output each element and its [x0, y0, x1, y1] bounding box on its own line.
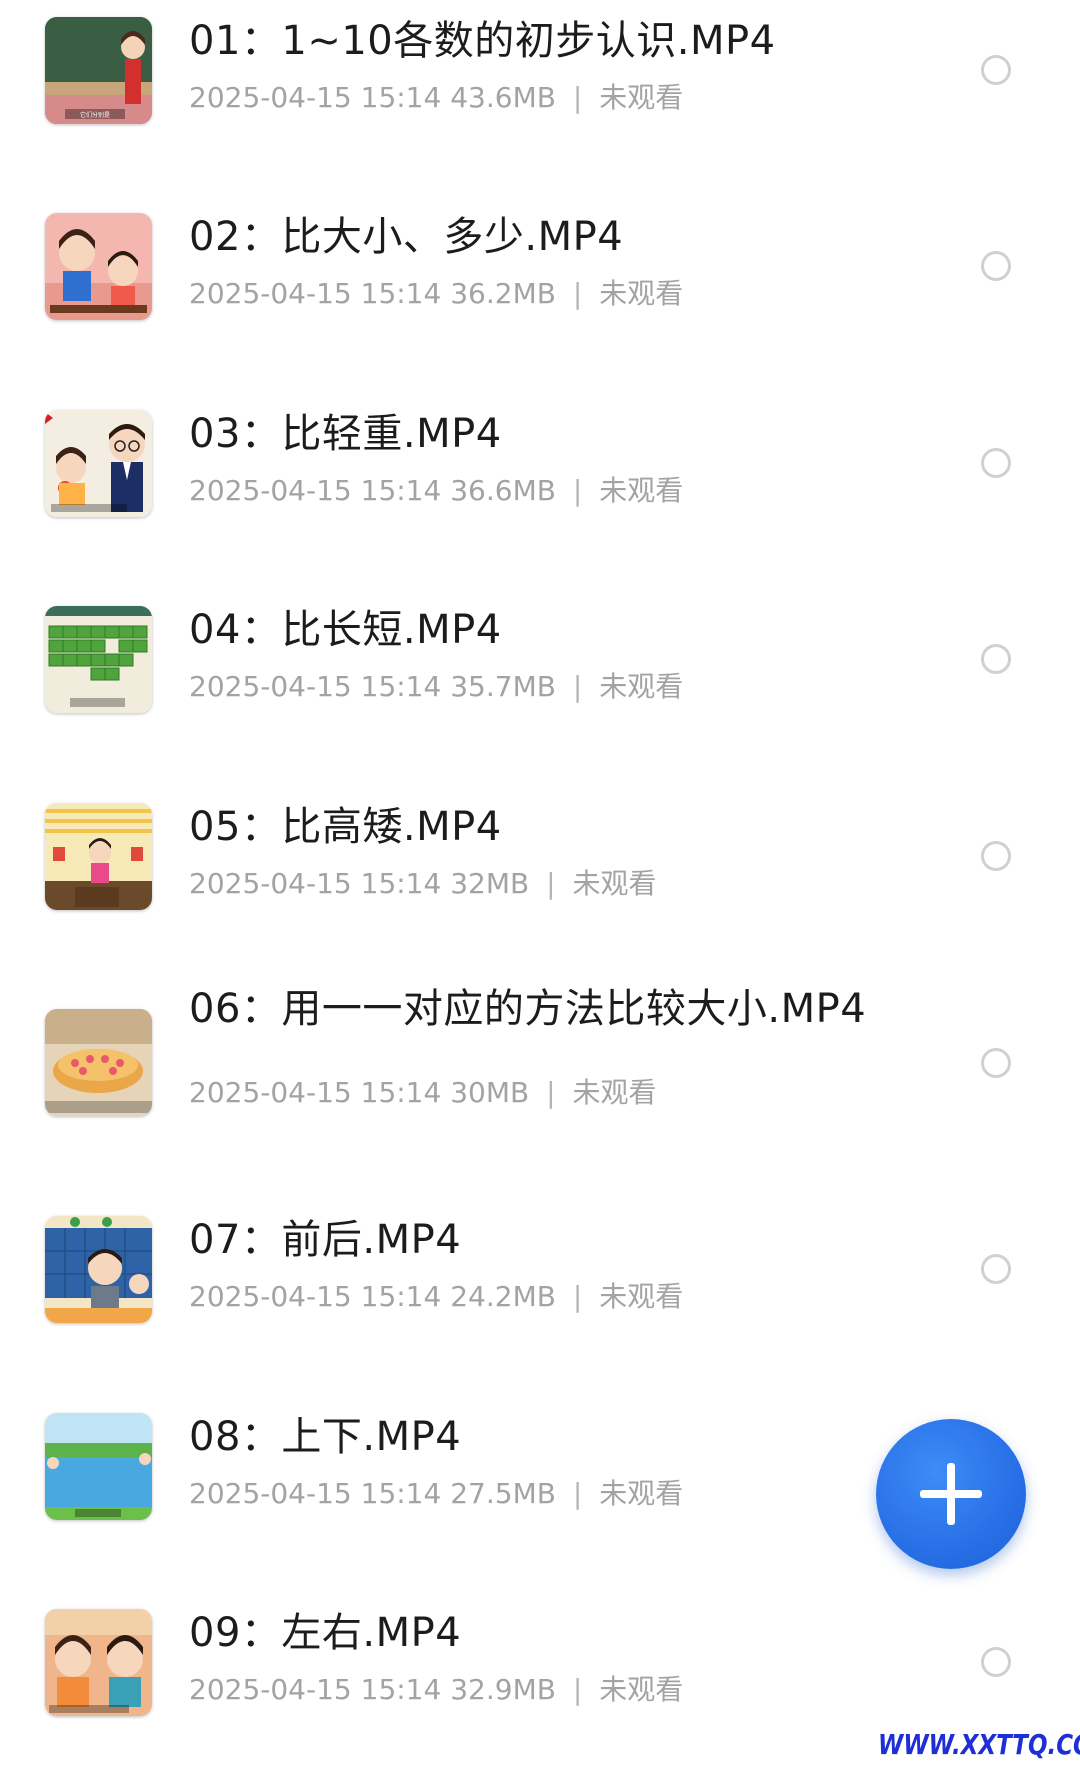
meta-separator: | [572, 277, 583, 310]
list-item[interactable]: 它们分别是 01：1~10各数的初步认识.MP4 2025-04-15 15:1… [0, 0, 1080, 198]
video-size: 43.6MB [450, 81, 556, 114]
video-thumbnail[interactable] [45, 803, 152, 910]
video-title: 08：上下.MP4 [189, 1414, 462, 1460]
video-title: 04：比长短.MP4 [189, 607, 502, 653]
video-size: 24.2MB [450, 1280, 556, 1313]
video-size: 36.2MB [450, 277, 556, 310]
kids-comparing-thumbnail-image [45, 213, 152, 320]
video-title: 09：左右.MP4 [189, 1610, 462, 1656]
video-meta: 2025-04-15 15:14 36.6MB | 未观看 [189, 474, 683, 508]
height-chart-thumbnail-image [45, 803, 152, 910]
video-meta: 2025-04-15 15:14 32.9MB | 未观看 [189, 1673, 683, 1707]
video-thumbnail[interactable] [45, 1413, 152, 1520]
meta-separator: | [546, 1076, 556, 1109]
watermark-text: WWW.XXTTQ.COM [878, 1728, 1080, 1761]
video-thumbnail[interactable] [45, 213, 152, 320]
video-thumbnail[interactable] [45, 1009, 152, 1116]
select-radio[interactable] [981, 841, 1011, 871]
select-radio[interactable] [981, 448, 1011, 478]
watch-status: 未观看 [599, 1280, 684, 1313]
video-title: 03：比轻重.MP4 [189, 411, 502, 457]
select-radio[interactable] [981, 1048, 1011, 1078]
video-meta: 2025-04-15 15:14 30MB | 未观看 [189, 1076, 657, 1110]
video-size: 35.7MB [450, 670, 556, 703]
video-datetime: 2025-04-15 15:14 [189, 867, 442, 900]
watch-status: 未观看 [599, 81, 684, 114]
video-size: 36.6MB [450, 474, 556, 507]
select-radio[interactable] [981, 644, 1011, 674]
select-radio[interactable] [981, 1647, 1011, 1677]
video-datetime: 2025-04-15 15:14 [189, 474, 442, 507]
list-item[interactable]: 07：前后.MP4 2025-04-15 15:14 24.2MB | 未观看 [0, 1199, 1080, 1397]
video-title: 06：用一一对应的方法比较大小.MP4 [189, 986, 867, 1032]
video-meta: 2025-04-15 15:14 35.7MB | 未观看 [189, 670, 683, 704]
select-radio[interactable] [981, 55, 1011, 85]
meta-separator: | [572, 1477, 583, 1510]
video-size: 32MB [450, 867, 530, 900]
video-meta: 2025-04-15 15:14 36.2MB | 未观看 [189, 277, 683, 311]
video-datetime: 2025-04-15 15:14 [189, 1673, 442, 1706]
green-blocks-thumbnail-image [45, 606, 152, 713]
classroom-thumbnail-image: 它们分别是 [45, 17, 152, 124]
watch-status: 未观看 [599, 277, 684, 310]
list-item[interactable]: 05：比高矮.MP4 2025-04-15 15:14 32MB | 未观看 [0, 786, 1080, 984]
video-datetime: 2025-04-15 15:14 [189, 1076, 442, 1109]
video-size: 32.9MB [450, 1673, 556, 1706]
video-thumbnail[interactable] [45, 606, 152, 713]
cake-table-thumbnail-image [45, 1009, 152, 1116]
meta-separator: | [572, 474, 583, 507]
two-kids-thumbnail-image [45, 1609, 152, 1716]
video-datetime: 2025-04-15 15:14 [189, 670, 442, 703]
watch-status: 未观看 [572, 1076, 657, 1109]
video-datetime: 2025-04-15 15:14 [189, 1477, 442, 1510]
video-meta: 2025-04-15 15:14 24.2MB | 未观看 [189, 1280, 683, 1314]
video-size: 27.5MB [450, 1477, 556, 1510]
watch-status: 未观看 [572, 867, 657, 900]
meta-separator: | [572, 81, 583, 114]
video-size: 30MB [450, 1076, 530, 1109]
video-datetime: 2025-04-15 15:14 [189, 277, 442, 310]
lockers-thumbnail-image [45, 1216, 152, 1323]
add-button[interactable] [876, 1419, 1026, 1569]
pond-thumbnail-image [45, 1413, 152, 1520]
video-title: 01：1~10各数的初步认识.MP4 [189, 18, 776, 64]
select-radio[interactable] [981, 251, 1011, 281]
video-title: 07：前后.MP4 [189, 1217, 462, 1263]
watch-status: 未观看 [599, 1477, 684, 1510]
thumbnail-caption: 它们分别是 [80, 111, 110, 119]
meta-separator: | [572, 1673, 583, 1706]
list-item[interactable]: 03：比轻重.MP4 2025-04-15 15:14 36.6MB | 未观看 [0, 393, 1080, 591]
video-title: 02：比大小、多少.MP4 [189, 214, 624, 260]
meta-separator: | [546, 867, 556, 900]
meta-separator: | [572, 1280, 583, 1313]
select-radio[interactable] [981, 1254, 1011, 1284]
video-title: 05：比高矮.MP4 [189, 804, 502, 850]
list-item[interactable]: 02：比大小、多少.MP4 2025-04-15 15:14 36.2MB | … [0, 196, 1080, 394]
meta-separator: | [572, 670, 583, 703]
video-datetime: 2025-04-15 15:14 [189, 81, 442, 114]
video-thumbnail[interactable] [45, 1216, 152, 1323]
video-thumbnail[interactable] [45, 410, 152, 517]
watch-status: 未观看 [599, 474, 684, 507]
list-item[interactable]: 04：比长短.MP4 2025-04-15 15:14 35.7MB | 未观看 [0, 589, 1080, 787]
watch-status: 未观看 [599, 670, 684, 703]
video-datetime: 2025-04-15 15:14 [189, 1280, 442, 1313]
video-thumbnail[interactable]: 它们分别是 [45, 17, 152, 124]
video-meta: 2025-04-15 15:14 43.6MB | 未观看 [189, 81, 683, 115]
video-meta: 2025-04-15 15:14 32MB | 未观看 [189, 867, 657, 901]
list-item[interactable]: 06：用一一对应的方法比较大小.MP4 2025-04-15 15:14 30M… [0, 982, 1080, 1202]
watch-status: 未观看 [599, 1673, 684, 1706]
video-meta: 2025-04-15 15:14 27.5MB | 未观看 [189, 1477, 683, 1511]
video-thumbnail[interactable] [45, 1609, 152, 1716]
teacher-thumbnail-image [45, 410, 152, 517]
